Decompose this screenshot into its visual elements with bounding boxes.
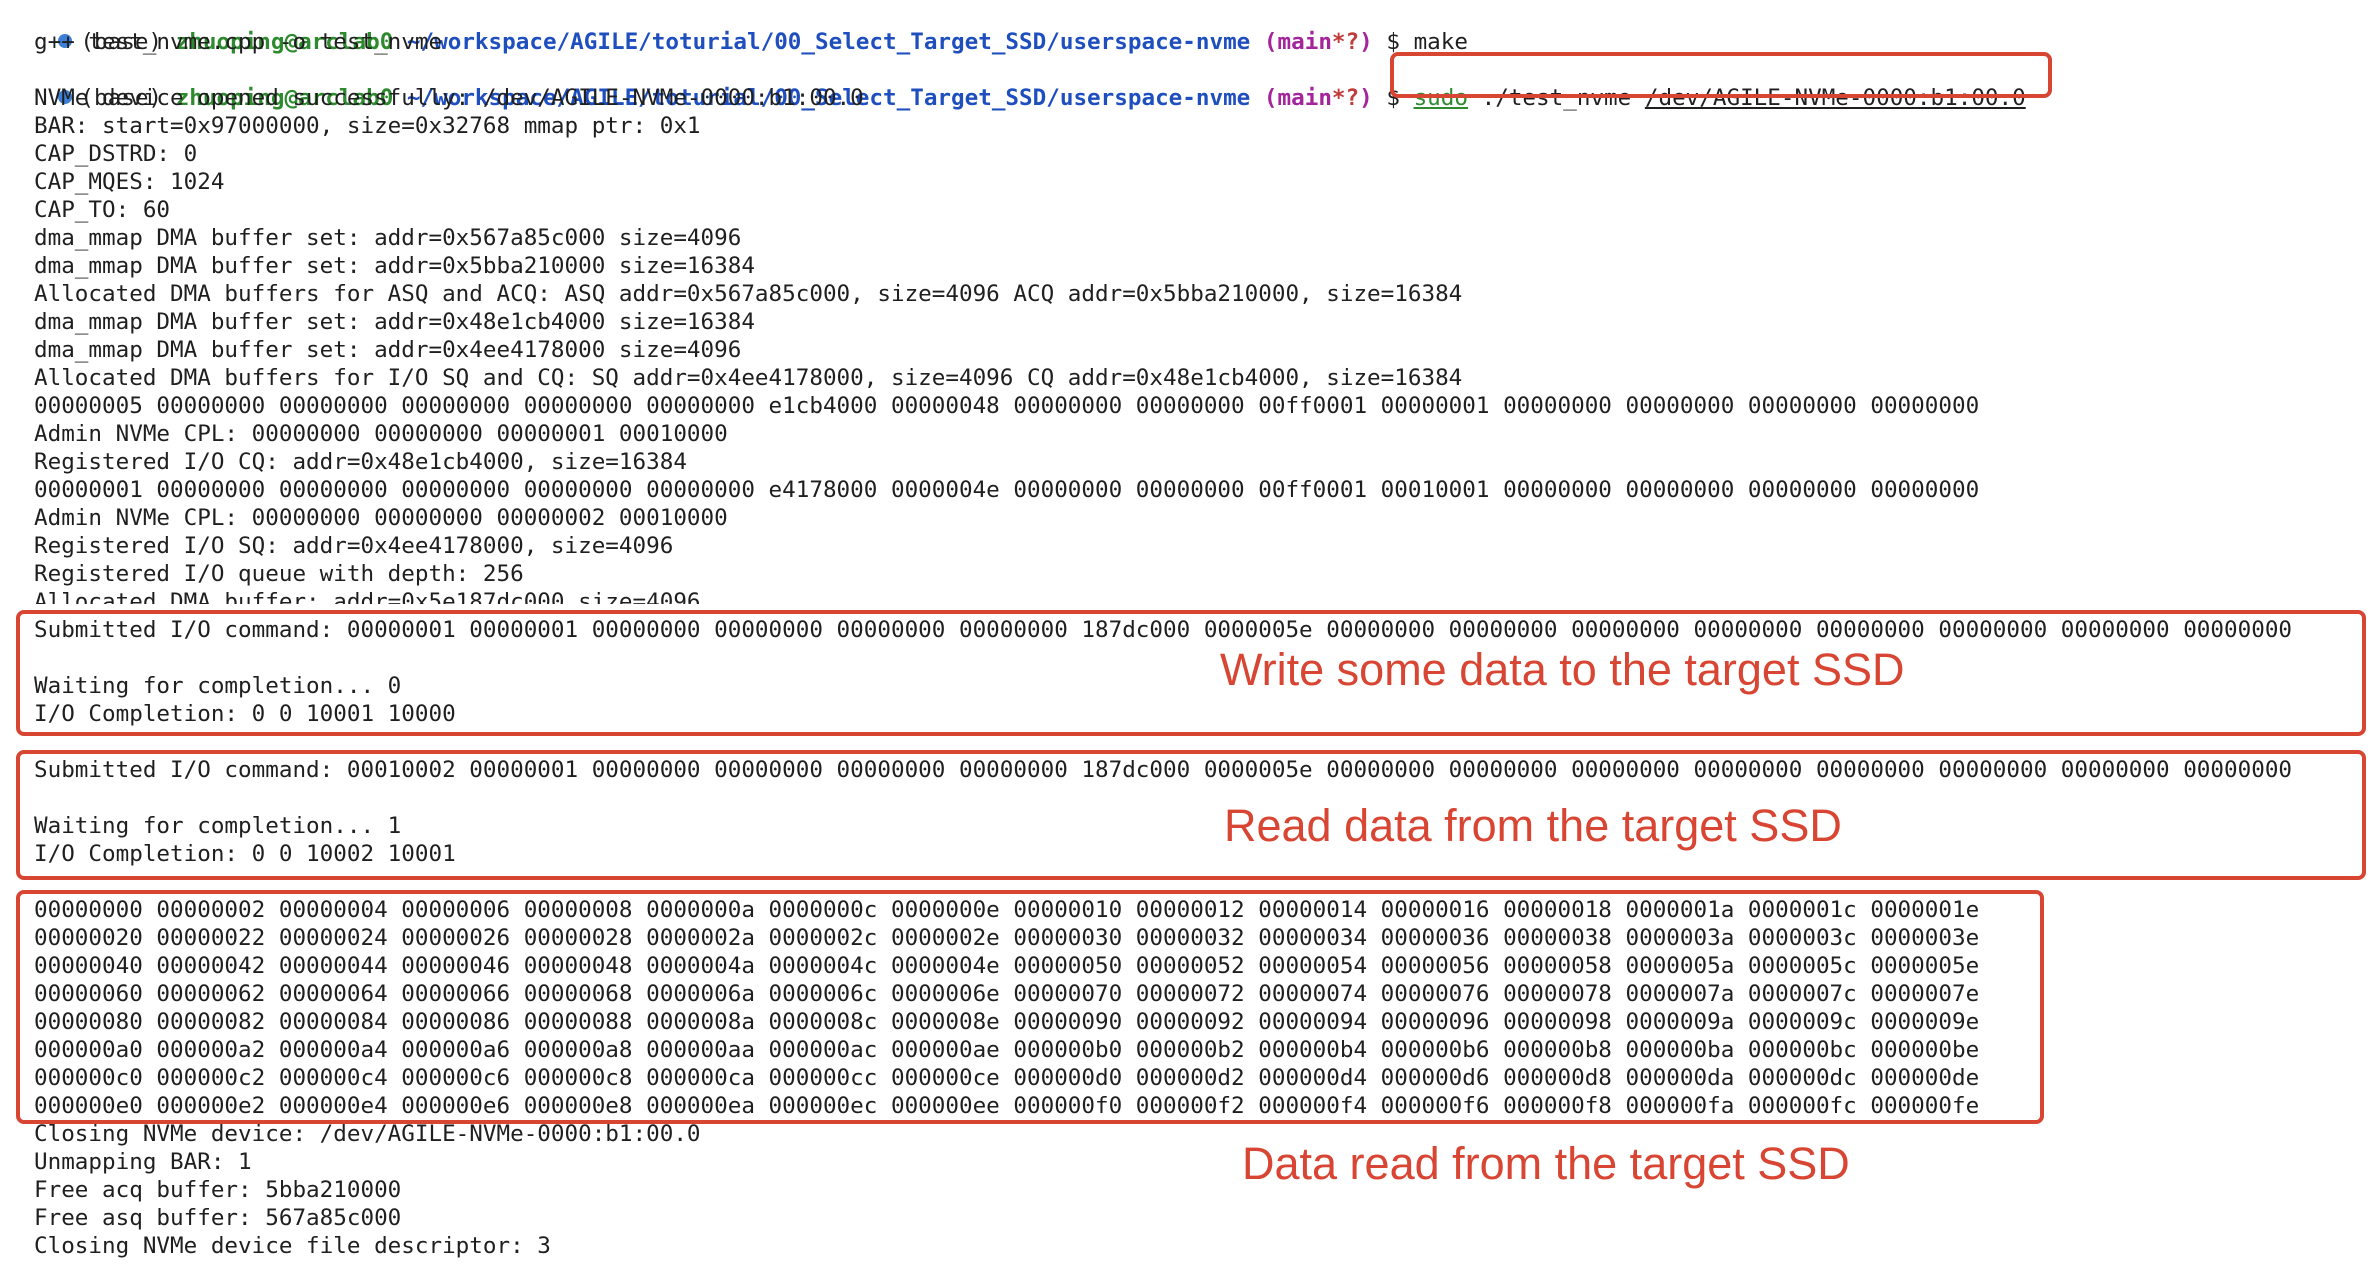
output-line: Free acq buffer: 5bba210000 [34, 1177, 402, 1203]
data-annotation: Data read from the target SSD [1242, 1138, 1850, 1189]
read-annotation: Read data from the target SSD [1224, 800, 1842, 851]
prompt-branch-close: ) [1359, 29, 1373, 55]
prompt-path: ~/workspace/AGILE/toturial/00_Select_Tar… [406, 29, 1251, 55]
output-line: Registered I/O SQ: addr=0x4ee4178000, si… [34, 533, 674, 559]
data-highlight-box [16, 890, 2044, 1124]
output-line: CAP_MQES: 1024 [34, 169, 225, 195]
terminal-window[interactable]: (base) zhuoping@arclab0 ~/workspace/AGIL… [0, 0, 2370, 1266]
trailing-prompt-line [0, 1260, 80, 1266]
output-line: dma_mmap DMA buffer set: addr=0x5bba2100… [34, 253, 755, 279]
output-line: dma_mmap DMA buffer set: addr=0x567a85c0… [34, 225, 742, 251]
output-line: CAP_DSTRD: 0 [34, 141, 198, 167]
prompt-line-make: (base) zhuoping@arclab0 ~/workspace/AGIL… [0, 0, 1468, 55]
command-highlight-box [1390, 52, 2052, 98]
output-line: dma_mmap DMA buffer set: addr=0x4ee41780… [34, 337, 742, 363]
output-line: CAP_TO: 60 [34, 197, 171, 223]
output-line: Admin NVMe CPL: 00000000 00000000 000000… [34, 505, 728, 531]
output-line: Free asq buffer: 567a85c000 [34, 1205, 402, 1231]
prompt-branch-mark: *? [1331, 29, 1360, 55]
compile-output: g++ test_nvme.cpp -o test_nvme [34, 29, 443, 55]
output-line: Closing NVMe device file descriptor: 3 [34, 1233, 551, 1259]
output-line: Allocated DMA buffer: addr=0x5e187dc000 … [34, 589, 701, 604]
output-line: Closing NVMe device: /dev/AGILE-NVMe-000… [34, 1121, 701, 1147]
output-line: 00000001 00000000 00000000 00000000 0000… [34, 477, 1980, 503]
output-line: dma_mmap DMA buffer set: addr=0x48e1cb40… [34, 309, 755, 335]
output-line: BAR: start=0x97000000, size=0x32768 mmap… [34, 113, 701, 139]
write-annotation: Write some data to the target SSD [1220, 644, 1905, 695]
prompt-branch-close: ) [1359, 85, 1373, 111]
output-line: 00000005 00000000 00000000 00000000 0000… [34, 393, 1980, 419]
output-line: Allocated DMA buffers for ASQ and ACQ: A… [34, 281, 1463, 307]
output-line: Unmapping BAR: 1 [34, 1149, 252, 1175]
write-highlight-box [16, 610, 2366, 736]
output-line: NVMe device opened successfully: /dev/AG… [34, 85, 864, 111]
output-line: Admin NVMe CPL: 00000000 00000000 000000… [34, 421, 728, 447]
prompt-branch-open: (main [1263, 85, 1332, 111]
output-line: Registered I/O CQ: addr=0x48e1cb4000, si… [34, 449, 687, 475]
output-line: Registered I/O queue with depth: 256 [34, 561, 524, 587]
prompt-branch-mark: *? [1331, 85, 1360, 111]
read-highlight-box [16, 750, 2366, 880]
output-line: Allocated DMA buffers for I/O SQ and CQ:… [34, 365, 1463, 391]
prompt-branch-open: (main [1263, 29, 1332, 55]
